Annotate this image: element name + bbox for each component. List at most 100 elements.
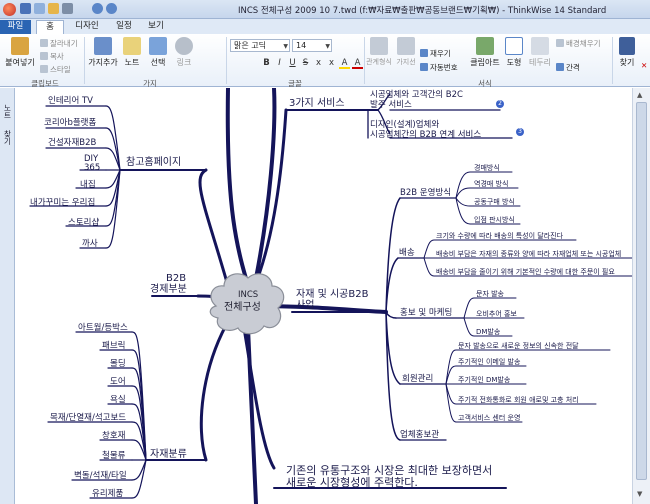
print-icon[interactable] xyxy=(62,3,73,14)
paste-button[interactable]: 붙여넣기 xyxy=(4,37,36,75)
material-item-4[interactable]: 도어 xyxy=(110,378,126,387)
topic-b2b-business-line1[interactable]: 자재 및 시공B2B xyxy=(296,290,368,300)
homepage-item-9[interactable]: 까사 xyxy=(82,240,98,249)
member-item-3[interactable]: 주기적인 DM발송 xyxy=(458,377,510,384)
add-branch-button[interactable]: 가지추가 xyxy=(88,37,118,75)
delivery-item-1[interactable]: 크기와 수량에 따라 배송의 특성이 달라진다 xyxy=(436,233,563,240)
topic-b2b-economy-line1[interactable]: B2B xyxy=(166,274,186,284)
homepage-item-7[interactable]: 내가꾸미는 우리집 xyxy=(30,199,95,208)
scroll-thumb[interactable] xyxy=(636,102,647,480)
promo-sms[interactable]: 문자 발송 xyxy=(476,291,504,298)
bg-fill-button[interactable]: 배경채우기 xyxy=(556,38,601,49)
homepage-item-8[interactable]: 스토리샵 xyxy=(68,219,99,228)
new-icon[interactable] xyxy=(34,3,45,14)
b2b-topic-operation[interactable]: B2B 운영방식 xyxy=(400,189,451,198)
vertical-scrollbar[interactable]: ▲ ▼ xyxy=(632,88,650,504)
tab-find[interactable]: 찾기 xyxy=(2,130,13,145)
service-b2b-line1[interactable]: 디자인(설계)업체와 xyxy=(370,121,439,130)
italic-button[interactable]: I xyxy=(274,58,285,69)
tab-file[interactable]: 파일 xyxy=(0,20,31,34)
redo-icon[interactable] xyxy=(106,3,117,14)
topic-three-services[interactable]: 3가지 서비스 xyxy=(289,99,345,109)
copy-button[interactable]: 복사 xyxy=(40,51,64,62)
promo-overture[interactable]: 오비추어 홍보 xyxy=(476,311,517,318)
material-item-2[interactable]: 패브릭 xyxy=(102,342,125,351)
scroll-down-icon[interactable]: ▼ xyxy=(637,490,642,498)
close-doc-button[interactable]: ✕ xyxy=(641,60,647,71)
link-button[interactable]: 링크 xyxy=(172,37,196,75)
highlight-button[interactable]: A xyxy=(339,58,350,69)
material-item-9[interactable]: 벽돌/석재/타일 xyxy=(74,472,127,481)
superscript-button[interactable]: x xyxy=(326,58,337,69)
topic-market-strategy-line2[interactable]: 새로운 시장형성에 주력한다. xyxy=(286,477,418,488)
bold-button[interactable]: B xyxy=(261,58,272,69)
mindmap-canvas[interactable]: INCS 전체구성 3가지 서비스 자재 및 시공B2B 사업 참고홈페이지 B… xyxy=(16,88,632,504)
topic-reference-homepages[interactable]: 참고홈페이지 xyxy=(126,158,181,168)
b2b-topic-promotion[interactable]: 홍보 및 마케팅 xyxy=(400,309,452,318)
material-item-8[interactable]: 철물류 xyxy=(102,452,125,461)
style-button[interactable]: 스타일 xyxy=(40,64,71,75)
service-b2c-line2[interactable]: 발주 서비스 xyxy=(370,101,412,110)
member-item-2[interactable]: 주기적인 이메일 발송 xyxy=(458,359,520,366)
open-icon[interactable] xyxy=(48,3,59,14)
b2b-topic-showroom[interactable]: 업체홍보관 xyxy=(400,431,439,440)
promo-dm[interactable]: DM발송 xyxy=(476,329,500,336)
border-button[interactable]: 테두리 xyxy=(528,37,552,75)
b2b-topic-members[interactable]: 회원관리 xyxy=(402,375,433,384)
tab-notes[interactable]: 노트 xyxy=(2,104,13,119)
service-b2b-line2[interactable]: 시공업체간의 B2B 연계 서비스 xyxy=(370,131,481,140)
note-button[interactable]: 노트 xyxy=(120,37,144,75)
underline-button[interactable]: U xyxy=(287,58,298,69)
spacing-button[interactable]: 간격 xyxy=(556,62,580,73)
member-item-5[interactable]: 고객서비스 센터 운영 xyxy=(458,415,520,422)
material-item-6[interactable]: 목재/단열재/석고보드 xyxy=(50,414,126,423)
topic-b2b-economy-line2[interactable]: 경제부분 xyxy=(150,285,187,295)
clipart-label: 클립아트 xyxy=(470,58,500,67)
clipart-button[interactable]: 클립아트 xyxy=(470,37,500,75)
tab-view[interactable]: 보기 xyxy=(142,20,170,34)
ops-reverse-auction[interactable]: 역경매 방식 xyxy=(474,181,508,188)
copy-label: 복사 xyxy=(50,52,64,61)
auto-number-button[interactable]: 자동번호 xyxy=(420,62,458,73)
delivery-item-2[interactable]: 배송비 부담은 자재의 종류와 양에 따라 자재업체 또는 시공업체 xyxy=(436,251,621,258)
homepage-item-5[interactable]: 365 xyxy=(84,164,100,173)
b2b-topic-delivery[interactable]: 배송 xyxy=(399,249,415,258)
shape-button[interactable]: 도형 xyxy=(502,37,526,75)
material-item-7[interactable]: 창호재 xyxy=(102,432,125,441)
relation-format-button[interactable]: 관계형식 xyxy=(366,37,392,75)
ops-auction[interactable]: 경매방식 xyxy=(474,165,500,172)
find-button[interactable]: 찾기 xyxy=(616,37,638,75)
member-item-1[interactable]: 문자 발송으로 새로운 정보의 신속한 전달 xyxy=(458,343,579,350)
service-b2c-line1[interactable]: 시공업체와 고객간의 B2C xyxy=(370,91,463,100)
undo-icon[interactable] xyxy=(92,3,103,14)
material-item-10[interactable]: 유리제품 xyxy=(92,490,123,499)
font-family-select[interactable]: 맑은 고딕 ▼ xyxy=(230,39,290,52)
topic-b2b-business-line2[interactable]: 사업 xyxy=(296,301,314,311)
branch-line-button[interactable]: 가지선 xyxy=(394,37,418,75)
tab-home[interactable]: 홈 xyxy=(36,20,64,34)
topic-material-classification[interactable]: 자재분류 xyxy=(150,450,187,460)
homepage-item-6[interactable]: 내집 xyxy=(80,181,96,190)
homepage-item-1[interactable]: 인테리어 TV xyxy=(48,97,93,106)
homepage-item-3[interactable]: 건설자재B2B xyxy=(48,139,96,148)
tab-design[interactable]: 디자인 xyxy=(68,20,106,34)
cut-button[interactable]: 잘라내기 xyxy=(40,38,78,49)
member-item-4[interactable]: 주기적 전화통화로 회원 애로및 고충 처리 xyxy=(458,397,579,404)
material-item-3[interactable]: 몰딩 xyxy=(110,360,126,369)
save-icon[interactable] xyxy=(20,3,31,14)
tab-schedule[interactable]: 일정 xyxy=(110,20,138,34)
material-item-5[interactable]: 욕실 xyxy=(110,396,126,405)
strike-button[interactable]: S xyxy=(300,58,311,69)
delivery-item-3[interactable]: 배송비 부담을 줄이기 위해 기본적인 수량에 대한 주문이 필요 xyxy=(436,269,615,276)
topic-market-strategy-line1[interactable]: 기존의 유통구조와 시장은 최대한 보장하면서 xyxy=(286,465,492,476)
font-size-select[interactable]: 14 ▼ xyxy=(292,39,332,52)
scroll-up-icon[interactable]: ▲ xyxy=(637,91,642,99)
font-color-button[interactable]: A xyxy=(352,58,363,69)
select-button[interactable]: 선택 xyxy=(146,37,170,75)
homepage-item-2[interactable]: 코리아b플랫폼 xyxy=(44,119,96,128)
material-item-1[interactable]: 아트월/등박스 xyxy=(78,324,128,333)
subscript-button[interactable]: x xyxy=(313,58,324,69)
ops-group-buying[interactable]: 공동구매 방식 xyxy=(474,199,515,206)
ops-store-sales[interactable]: 입점 판시방식 xyxy=(474,217,515,224)
align-button[interactable]: 재우기 xyxy=(420,48,451,59)
